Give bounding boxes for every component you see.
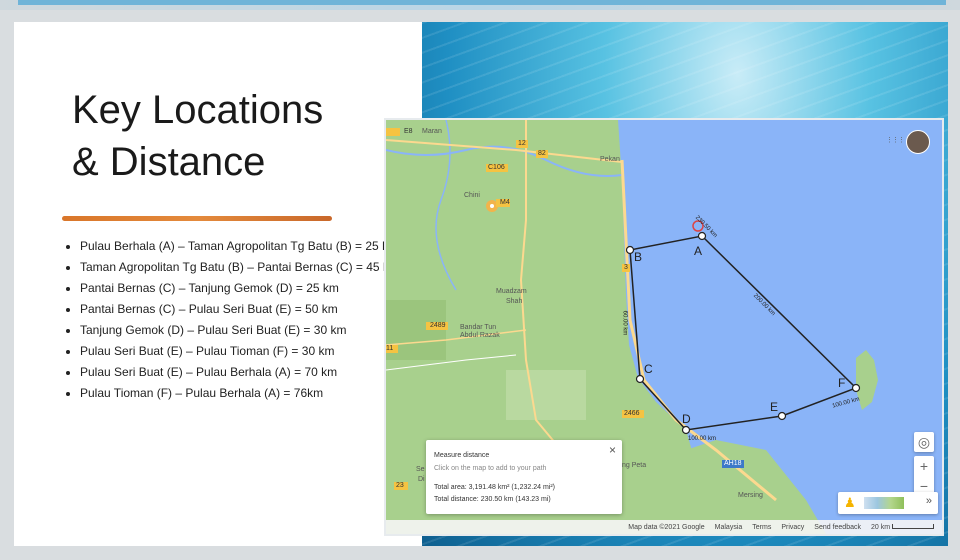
expand-icon[interactable]: » — [926, 495, 932, 507]
list-item: Pantai Bernas (C) – Pulau Seri Buat (E) … — [80, 303, 410, 315]
list-item: Pulau Seri Buat (E) – Pulau Berhala (A) … — [80, 366, 410, 378]
top-strip — [0, 0, 960, 10]
point-f-marker — [851, 383, 861, 393]
road-label-11: 11 — [386, 345, 394, 352]
point-e-marker — [777, 411, 787, 421]
total-distance: Total distance: 230.50 km (143.23 mi) — [434, 496, 551, 503]
point-b-marker — [625, 245, 635, 255]
privacy-link[interactable]: Privacy — [781, 524, 804, 531]
point-d-label: D — [682, 412, 691, 426]
road-shield-e8 — [386, 128, 400, 136]
map-footer: Map data ©2021 Google Malaysia Terms Pri… — [386, 520, 942, 534]
zoom-control: + − — [914, 456, 934, 496]
place-label-shah: Shah — [506, 298, 523, 305]
place-label-di: Di — [418, 476, 425, 483]
list-item: Pulau Seri Buat (E) – Pulau Tioman (F) =… — [80, 345, 410, 357]
point-a-marker — [697, 231, 707, 241]
send-feedback-link[interactable]: Send feedback — [814, 524, 861, 531]
title-line-2: & Distance — [72, 140, 266, 184]
list-item: Pulau Tioman (F) – Pulau Berhala (A) = 7… — [80, 387, 410, 399]
pegman-icon[interactable]: ♟ — [844, 495, 856, 511]
slide: Key Locations & Distance Pulau Berhala (… — [14, 22, 948, 546]
road-label-ah18: AH18 — [724, 460, 742, 467]
list-item: Pulau Berhala (A) – Taman Agropolitan Tg… — [80, 240, 410, 252]
place-label-chini: Chini — [464, 192, 480, 199]
place-label-muadzam: Muadzam — [496, 288, 527, 295]
point-c-marker — [635, 374, 645, 384]
road-label-c106: C106 — [488, 164, 505, 171]
road-label-23: 23 — [396, 482, 404, 489]
distance-list: Pulau Berhala (A) – Taman Agropolitan Tg… — [62, 240, 410, 408]
country-link[interactable]: Malaysia — [715, 524, 743, 531]
road-label-m4: M4 — [500, 199, 510, 206]
place-label-mersing: Mersing — [738, 492, 763, 499]
place-label-bandar-tun: Bandar Tun — [460, 324, 497, 331]
road-label-2489: 2489 — [430, 322, 446, 329]
apps-grid-icon[interactable]: ⋮⋮⋮ — [886, 134, 905, 148]
road — [519, 120, 587, 481]
layer-thumbnail[interactable] — [864, 497, 904, 509]
map-layer-bar: ♟ » — [838, 492, 938, 514]
close-icon[interactable]: × — [609, 443, 616, 457]
place-label-peta: ng Peta — [622, 462, 647, 469]
road — [386, 139, 623, 163]
my-location-button[interactable]: ◎ — [914, 432, 934, 452]
road-label-2466: 2466 — [624, 410, 640, 417]
land-patch — [506, 370, 586, 420]
list-item: Pantai Bernas (C) – Tanjung Gemok (D) = … — [80, 282, 410, 294]
scale-label: 20 km — [870, 523, 891, 531]
point-d-marker — [681, 425, 691, 435]
place-label-pekan: Pekan — [600, 156, 620, 163]
place-label-se: Se — [416, 466, 425, 473]
avatar[interactable] — [906, 130, 930, 154]
measure-distance-card: × Measure distance Click on the map to a… — [426, 440, 622, 514]
road-label-e8: E8 — [404, 128, 413, 135]
scale-bar — [892, 524, 934, 530]
measure-title: Measure distance — [434, 452, 490, 459]
place-label-abdul-razak: Abdul Razak — [460, 332, 500, 339]
point-c-label: C — [644, 362, 653, 376]
scale-indicator[interactable]: 20 km — [871, 524, 934, 531]
road-label-3: 3 — [624, 264, 628, 271]
total-area: Total area: 3,191.48 km² (1,232.24 mi²) — [434, 484, 556, 491]
point-b-label: B — [634, 250, 643, 264]
google-map[interactable]: E8 Maran 12 82 C106 Pekan Chini M4 Muadz… — [384, 118, 944, 536]
distance-label-de: 100.00 km — [688, 436, 717, 442]
distance-label-bc: 60.00 km — [621, 310, 628, 336]
place-label-maran: Maran — [422, 128, 442, 135]
road-label-12: 12 — [518, 140, 526, 147]
top-strip-bar — [18, 0, 946, 5]
measure-hint: Click on the map to add to your path — [434, 465, 547, 472]
list-item: Taman Agropolitan Tg Batu (B) – Pantai B… — [80, 261, 410, 273]
slide-title: Key Locations & Distance — [72, 84, 323, 188]
list-item: Tanjung Gemok (D) – Pulau Seri Buat (E) … — [80, 324, 410, 336]
zoom-in-button[interactable]: + — [914, 456, 934, 476]
map-data-attribution: Map data ©2021 Google — [628, 523, 705, 531]
point-a-label: A — [694, 244, 703, 258]
road-label-82: 82 — [538, 150, 546, 157]
point-f-label: F — [838, 376, 846, 390]
title-underline — [62, 216, 332, 221]
title-line-1: Key Locations — [72, 88, 324, 132]
terms-link[interactable]: Terms — [752, 524, 771, 531]
chini-pin-dot — [490, 204, 494, 208]
point-e-label: E — [770, 400, 779, 414]
